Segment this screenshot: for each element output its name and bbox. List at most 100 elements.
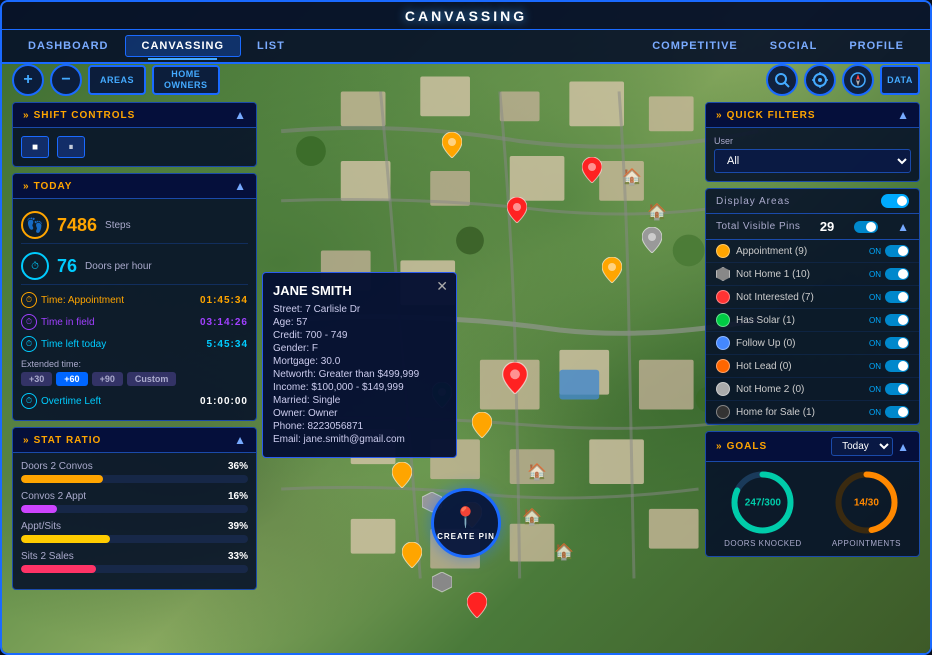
map-pin-yellow-6[interactable]: [402, 542, 422, 568]
home-for-sale-toggle[interactable]: [885, 406, 909, 418]
map-pin-gray[interactable]: [642, 227, 662, 253]
goal-doors-ring: 247/300: [730, 470, 795, 535]
visible-pins-count: 29: [820, 219, 834, 234]
overtime-value: 01:00:00: [200, 396, 248, 407]
areas-button[interactable]: AREAS: [88, 65, 146, 95]
has-solar-toggle-dot: [898, 315, 908, 325]
map-pin-yellow-3[interactable]: [472, 412, 492, 438]
goal-appointments: 14/30 Appointments: [832, 470, 901, 548]
extend-90-button[interactable]: +90: [92, 372, 123, 386]
stat-doors2convos-label: Doors 2 Convos: [21, 461, 93, 472]
custom-extend-button[interactable]: Custom: [127, 372, 177, 386]
has-solar-label: Has Solar (1): [736, 315, 795, 326]
nav-canvassing[interactable]: CANVASSING: [125, 35, 242, 57]
stat-appt-sits-label: Appt/Sits: [21, 521, 61, 532]
data-button[interactable]: DATA: [880, 65, 920, 95]
info-street: Street: 7 Carlisle Dr: [273, 304, 446, 315]
nav-dashboard[interactable]: DASHBOARD: [12, 36, 125, 56]
title-bar: CANVASSING: [2, 2, 930, 30]
stat-ratio-panel: STAT RATIO ▲ Doors 2 Convos 36% Convos 2…: [12, 427, 257, 590]
stat-ratio-title: STAT RATIO: [23, 435, 101, 446]
not-home-2-toggle-label: ON: [869, 385, 881, 394]
location-button[interactable]: [804, 64, 836, 96]
stat-doors2convos-pct: 36%: [228, 461, 248, 472]
user-filter-select[interactable]: All User 1 User 2: [714, 149, 911, 173]
map-pin-gray-3[interactable]: [432, 572, 452, 598]
shift-stop-button[interactable]: ■: [21, 136, 49, 158]
follow-up-toggle[interactable]: [885, 337, 909, 349]
info-age: Age: 57: [273, 317, 446, 328]
zoom-in-button[interactable]: +: [12, 64, 44, 96]
hot-lead-toggle-label: ON: [869, 362, 881, 371]
hot-lead-dot: [716, 359, 730, 373]
filter-not-home-2: Not Home 2 (0) ON: [706, 378, 919, 401]
compass-button[interactable]: [842, 64, 874, 96]
appointment-toggle[interactable]: [885, 245, 909, 257]
nav-social[interactable]: SOCIAL: [754, 36, 834, 56]
nav-competitive[interactable]: COMPETITIVE: [636, 36, 754, 56]
filter-home-for-sale-left: Home for Sale (1): [716, 405, 815, 419]
stat-ratio-collapse[interactable]: ▲: [234, 433, 246, 447]
not-home-1-toggle[interactable]: [885, 268, 909, 280]
shift-pause-button[interactable]: ⏸: [57, 136, 85, 158]
not-home-2-toggle[interactable]: [885, 383, 909, 395]
quick-filters-collapse[interactable]: ▲: [897, 108, 909, 122]
time-left-icon: ⏱: [21, 336, 37, 352]
left-toolbar: + − AREAS HOMEOWNERS: [12, 64, 220, 96]
goal-appt-label: Appointments: [832, 539, 901, 548]
nav-list[interactable]: LIST: [241, 36, 301, 56]
right-toolbar-area: DATA: [766, 64, 920, 96]
steps-value: 7486: [57, 215, 97, 236]
visible-pins-collapse[interactable]: ▲: [897, 220, 909, 234]
zoom-out-button[interactable]: −: [50, 64, 82, 96]
goal-appt-inner: 14/30: [854, 497, 879, 508]
info-email: Email: jane.smith@gmail.com: [273, 434, 446, 445]
filter-has-solar: Has Solar (1) ON: [706, 309, 919, 332]
home-for-sale-label: Home for Sale (1): [736, 407, 815, 418]
display-areas-toggle[interactable]: [881, 194, 909, 208]
map-pin-yellow[interactable]: [442, 132, 462, 158]
not-home-1-dot: [716, 267, 730, 281]
goal-appt-value: 14/30: [854, 497, 879, 508]
house-icon-4: 🏠: [522, 507, 542, 527]
doors-row: ⏱ 76 Doors per hour: [21, 248, 248, 285]
info-popup-close[interactable]: ✕: [436, 279, 448, 293]
goals-title: GOALS: [716, 441, 767, 452]
today-collapse[interactable]: ▲: [234, 179, 246, 193]
time-appt-label: ⏱ Time: Appointment: [21, 292, 124, 308]
search-button[interactable]: [766, 64, 798, 96]
map-pin-yellow-2[interactable]: [602, 257, 622, 283]
map-pin-red-2[interactable]: [507, 197, 527, 223]
not-home-1-toggle-dot: [898, 269, 908, 279]
not-interested-toggle[interactable]: [885, 291, 909, 303]
filter-not-interested-left: Not Interested (7): [716, 290, 814, 304]
stat-sits2sales: Sits 2 Sales 33%: [21, 551, 248, 573]
map-pin-red-large[interactable]: [502, 362, 522, 388]
not-home-2-dot: [716, 382, 730, 396]
extend-30-button[interactable]: +30: [21, 372, 52, 386]
has-solar-toggle-label: ON: [869, 316, 881, 325]
extend-60-button[interactable]: +60: [56, 372, 87, 386]
home-for-sale-toggle-label: ON: [869, 408, 881, 417]
hot-lead-toggle[interactable]: [885, 360, 909, 372]
goals-period-select[interactable]: Today Week Month: [831, 437, 893, 456]
create-pin-button[interactable]: 📍 CREATE PIN: [431, 488, 501, 558]
homeowners-button[interactable]: HOMEOWNERS: [152, 65, 220, 95]
nav-profile[interactable]: PROFILE: [833, 36, 920, 56]
goals-collapse[interactable]: ▲: [897, 440, 909, 454]
today-panel: TODAY ▲ 👣 7486 Steps ⏱ 76 Doors per hour: [12, 173, 257, 421]
house-icon-1: 🏠: [622, 167, 642, 187]
today-body: 👣 7486 Steps ⏱ 76 Doors per hour ⏱ Time:…: [13, 199, 256, 420]
time-left-row: ⏱ Time left today 5:45:34: [21, 333, 248, 355]
has-solar-toggle[interactable]: [885, 314, 909, 326]
info-networth: Networth: Greater than $499,999: [273, 369, 446, 380]
visible-pins-toggle[interactable]: [854, 221, 878, 233]
map-pin-red-1[interactable]: [582, 157, 602, 183]
not-interested-toggle-label: ON: [869, 293, 881, 302]
shift-controls-collapse[interactable]: ▲: [234, 108, 246, 122]
map-pin-red-3[interactable]: [467, 592, 487, 618]
shift-controls-panel: SHIFT CONTROLS ▲ ■ ⏸: [12, 102, 257, 167]
stat-convos2appt: Convos 2 Appt 16%: [21, 491, 248, 513]
map-pin-yellow-4[interactable]: [392, 462, 412, 488]
app-title: CANVASSING: [405, 8, 527, 24]
